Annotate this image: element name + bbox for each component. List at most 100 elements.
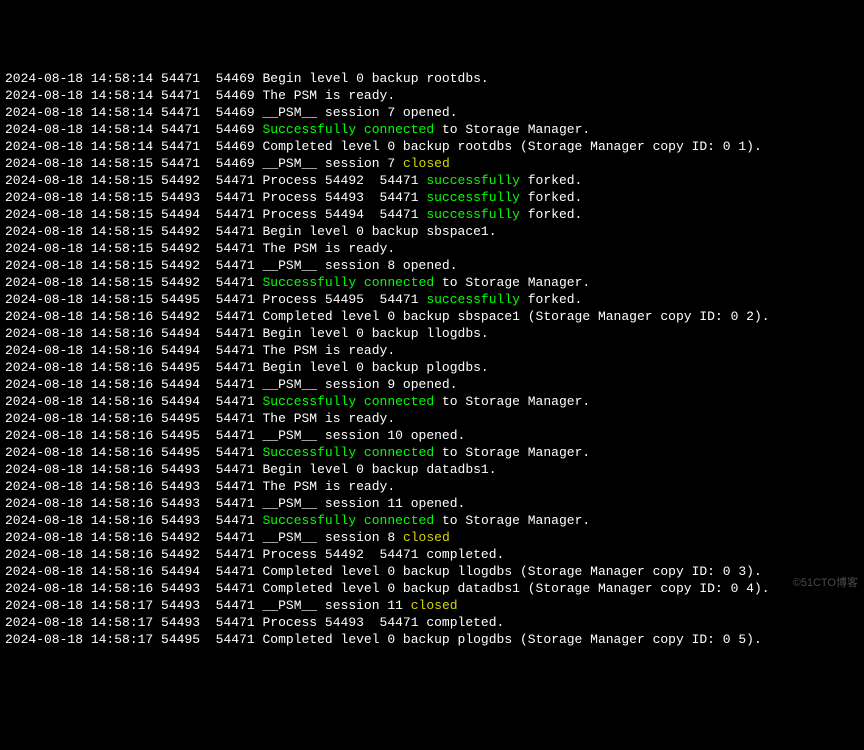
log-timestamp: 2024-08-18 14:58:16 <box>5 444 153 461</box>
log-pid1: 54492 <box>161 240 200 257</box>
log-timestamp: 2024-08-18 14:58:16 <box>5 342 153 359</box>
log-message-segment: Completed level 0 backup sbspace1 (Stora… <box>263 308 770 325</box>
log-pid2: 54471 <box>216 172 255 189</box>
log-timestamp: 2024-08-18 14:58:15 <box>5 172 153 189</box>
log-timestamp: 2024-08-18 14:58:15 <box>5 291 153 308</box>
log-pid1: 54494 <box>161 206 200 223</box>
log-timestamp: 2024-08-18 14:58:16 <box>5 580 153 597</box>
log-pid1: 54493 <box>161 597 200 614</box>
log-timestamp: 2024-08-18 14:58:16 <box>5 376 153 393</box>
log-line: 2024-08-18 14:58:15 54492 54471 __PSM__ … <box>5 257 859 274</box>
log-timestamp: 2024-08-18 14:58:16 <box>5 461 153 478</box>
log-message-segment: to Storage Manager. <box>434 274 590 291</box>
log-line: 2024-08-18 14:58:16 54493 54471 __PSM__ … <box>5 495 859 512</box>
log-line: 2024-08-18 14:58:14 54471 54469 Successf… <box>5 121 859 138</box>
log-message-segment: Completed level 0 backup datadbs1 (Stora… <box>263 580 770 597</box>
log-timestamp: 2024-08-18 14:58:15 <box>5 189 153 206</box>
log-pid1: 54493 <box>161 461 200 478</box>
log-message-segment: Begin level 0 backup rootdbs. <box>263 70 489 87</box>
log-message-segment: The PSM is ready. <box>263 240 396 257</box>
log-pid2: 54471 <box>216 631 255 648</box>
log-timestamp: 2024-08-18 14:58:17 <box>5 631 153 648</box>
log-line: 2024-08-18 14:58:16 54494 54471 The PSM … <box>5 342 859 359</box>
log-line: 2024-08-18 14:58:16 54494 54471 Begin le… <box>5 325 859 342</box>
log-pid2: 54471 <box>216 512 255 529</box>
log-timestamp: 2024-08-18 14:58:17 <box>5 597 153 614</box>
log-pid2: 54471 <box>216 393 255 410</box>
log-pid1: 54493 <box>161 512 200 529</box>
log-line: 2024-08-18 14:58:17 54493 54471 Process … <box>5 614 859 631</box>
log-line: 2024-08-18 14:58:16 54495 54471 Successf… <box>5 444 859 461</box>
log-line: 2024-08-18 14:58:16 54494 54471 Complete… <box>5 563 859 580</box>
log-message-segment: Process 54493 54471 completed. <box>263 614 505 631</box>
log-message-segment: __PSM__ session 11 <box>263 597 411 614</box>
log-timestamp: 2024-08-18 14:58:16 <box>5 495 153 512</box>
log-line: 2024-08-18 14:58:15 54493 54471 Process … <box>5 189 859 206</box>
log-timestamp: 2024-08-18 14:58:17 <box>5 614 153 631</box>
log-pid2: 54471 <box>216 257 255 274</box>
log-pid1: 54471 <box>161 121 200 138</box>
log-timestamp: 2024-08-18 14:58:16 <box>5 325 153 342</box>
log-message-segment: Process 54493 54471 <box>263 189 427 206</box>
log-line: 2024-08-18 14:58:16 54492 54471 Complete… <box>5 308 859 325</box>
log-line: 2024-08-18 14:58:15 54495 54471 Process … <box>5 291 859 308</box>
log-pid2: 54471 <box>216 461 255 478</box>
log-pid2: 54471 <box>216 495 255 512</box>
log-message-segment: closed <box>411 597 458 614</box>
log-line: 2024-08-18 14:58:16 54494 54471 __PSM__ … <box>5 376 859 393</box>
log-pid1: 54493 <box>161 189 200 206</box>
log-timestamp: 2024-08-18 14:58:15 <box>5 257 153 274</box>
log-message-segment: forked. <box>520 172 582 189</box>
log-pid2: 54471 <box>216 223 255 240</box>
log-pid1: 54495 <box>161 359 200 376</box>
log-timestamp: 2024-08-18 14:58:16 <box>5 393 153 410</box>
log-message-segment: to Storage Manager. <box>434 121 590 138</box>
log-message-segment: Begin level 0 backup plogdbs. <box>263 359 489 376</box>
log-pid1: 54492 <box>161 223 200 240</box>
log-message-segment: successfully <box>426 189 520 206</box>
log-message-segment: successfully <box>426 172 520 189</box>
log-pid1: 54492 <box>161 257 200 274</box>
log-line: 2024-08-18 14:58:16 54493 54471 Complete… <box>5 580 859 597</box>
log-pid1: 54471 <box>161 87 200 104</box>
log-message-segment: __PSM__ session 11 opened. <box>263 495 466 512</box>
log-pid1: 54492 <box>161 172 200 189</box>
log-pid1: 54492 <box>161 529 200 546</box>
log-message-segment: closed <box>403 155 450 172</box>
log-pid2: 54471 <box>216 580 255 597</box>
log-pid2: 54471 <box>216 291 255 308</box>
log-pid1: 54494 <box>161 376 200 393</box>
log-message-segment: The PSM is ready. <box>263 87 396 104</box>
log-line: 2024-08-18 14:58:16 54492 54471 Process … <box>5 546 859 563</box>
log-line: 2024-08-18 14:58:15 54492 54471 Begin le… <box>5 223 859 240</box>
log-message-segment: Process 54492 54471 <box>263 172 427 189</box>
log-message-segment: Successfully connected <box>263 121 435 138</box>
log-line: 2024-08-18 14:58:17 54495 54471 Complete… <box>5 631 859 648</box>
log-pid1: 54493 <box>161 580 200 597</box>
log-pid2: 54469 <box>216 104 255 121</box>
log-message-segment: Process 54494 54471 <box>263 206 427 223</box>
log-timestamp: 2024-08-18 14:58:16 <box>5 546 153 563</box>
log-pid2: 54471 <box>216 614 255 631</box>
log-pid2: 54471 <box>216 308 255 325</box>
log-line: 2024-08-18 14:58:16 54495 54471 __PSM__ … <box>5 427 859 444</box>
log-timestamp: 2024-08-18 14:58:15 <box>5 155 153 172</box>
log-pid2: 54471 <box>216 444 255 461</box>
log-timestamp: 2024-08-18 14:58:14 <box>5 70 153 87</box>
log-message-segment: Completed level 0 backup rootdbs (Storag… <box>263 138 762 155</box>
log-line: 2024-08-18 14:58:15 54471 54469 __PSM__ … <box>5 155 859 172</box>
log-line: 2024-08-18 14:58:16 54495 54471 Begin le… <box>5 359 859 376</box>
log-pid1: 54494 <box>161 393 200 410</box>
log-message-segment: __PSM__ session 8 opened. <box>263 257 458 274</box>
log-message-segment: Begin level 0 backup sbspace1. <box>263 223 497 240</box>
log-message-segment: to Storage Manager. <box>434 444 590 461</box>
log-message-segment: __PSM__ session 8 <box>263 529 403 546</box>
log-pid2: 54471 <box>216 376 255 393</box>
log-line: 2024-08-18 14:58:16 54494 54471 Successf… <box>5 393 859 410</box>
log-timestamp: 2024-08-18 14:58:15 <box>5 223 153 240</box>
log-pid2: 54471 <box>216 189 255 206</box>
log-message-segment: Process 54492 54471 completed. <box>263 546 505 563</box>
log-message-segment: Successfully connected <box>263 512 435 529</box>
log-message-segment: Successfully connected <box>263 274 435 291</box>
log-line: 2024-08-18 14:58:15 54494 54471 Process … <box>5 206 859 223</box>
